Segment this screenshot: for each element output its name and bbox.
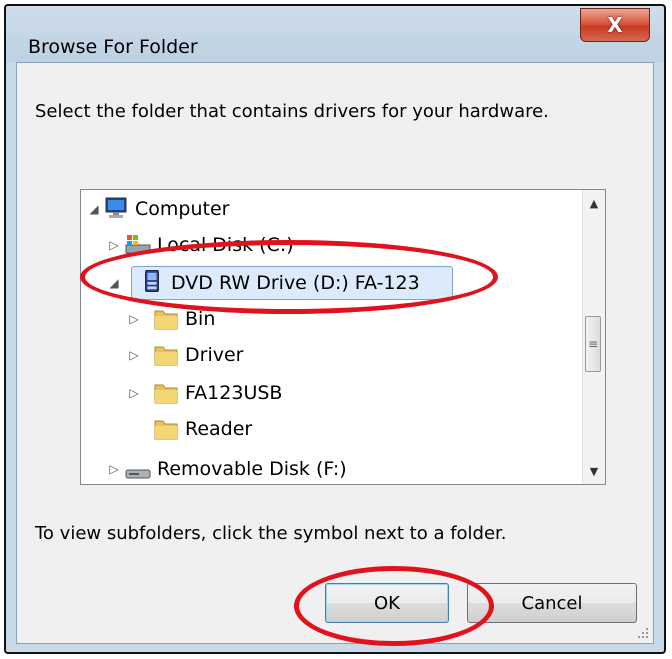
tree-item-label: Reader bbox=[185, 418, 253, 440]
hint-text: To view subfolders, click the symbol nex… bbox=[35, 523, 507, 544]
tree-item-dvd-drive[interactable]: ◢ DVD RW Drive (D:) FA-123 bbox=[81, 266, 581, 300]
collapsed-arrow-icon[interactable]: ▷ bbox=[107, 462, 121, 476]
tree-scrollbar[interactable]: ▲ ≡ ▼ bbox=[582, 190, 605, 484]
computer-icon bbox=[105, 197, 127, 218]
tree-item-fa123usb[interactable]: ▷ FA123USB bbox=[81, 376, 581, 410]
scroll-down-icon[interactable]: ▼ bbox=[583, 460, 605, 482]
tree-item-label: DVD RW Drive (D:) FA-123 bbox=[171, 272, 420, 294]
collapsed-arrow-icon[interactable]: ▷ bbox=[127, 386, 141, 400]
tree-item-driver[interactable]: ▷ Driver bbox=[81, 338, 581, 372]
collapsed-arrow-icon[interactable]: ▷ bbox=[107, 238, 121, 252]
ok-button[interactable]: OK bbox=[325, 583, 449, 623]
collapsed-arrow-icon[interactable]: ▷ bbox=[127, 312, 141, 326]
tree-item-label: FA123USB bbox=[185, 382, 283, 404]
browse-folder-dialog: Browse For Folder X Select the folder th… bbox=[4, 4, 666, 654]
resize-grip-icon[interactable] bbox=[637, 627, 649, 639]
close-button[interactable]: X bbox=[580, 8, 650, 42]
tree-item-bin[interactable]: ▷ Bin bbox=[81, 302, 581, 336]
instruction-text: Select the folder that contains drivers … bbox=[35, 101, 549, 122]
dialog-title: Browse For Folder bbox=[28, 36, 198, 58]
collapsed-arrow-icon[interactable]: ▷ bbox=[127, 348, 141, 362]
folder-icon bbox=[154, 346, 178, 366]
expanded-arrow-icon[interactable]: ◢ bbox=[107, 276, 121, 290]
title-bar: Browse For Folder X bbox=[6, 6, 664, 62]
tree-item-removable-disk[interactable]: ▷ Removable Disk (F:) bbox=[81, 452, 581, 484]
tree-item-label: Driver bbox=[185, 344, 244, 366]
tree-item-label: Bin bbox=[185, 308, 216, 330]
local-disk-icon bbox=[125, 235, 151, 254]
folder-icon bbox=[154, 310, 178, 330]
dvd-drive-icon bbox=[145, 270, 159, 292]
scroll-thumb[interactable]: ≡ bbox=[585, 316, 601, 372]
removable-disk-icon bbox=[125, 469, 151, 479]
close-icon: X bbox=[607, 13, 623, 37]
dialog-client-area: Select the folder that contains drivers … bbox=[16, 62, 654, 644]
scroll-up-icon[interactable]: ▲ bbox=[583, 192, 605, 214]
cancel-button[interactable]: Cancel bbox=[467, 583, 637, 623]
folder-icon bbox=[154, 384, 178, 404]
tree-item-label: Computer bbox=[135, 198, 230, 220]
folder-icon bbox=[154, 420, 178, 440]
tree-item-computer[interactable]: ◢ Computer bbox=[81, 192, 581, 226]
expanded-arrow-icon[interactable]: ◢ bbox=[87, 202, 101, 216]
tree-item-local-disk[interactable]: ▷ Local Disk (C:) bbox=[81, 228, 581, 262]
tree-item-reader[interactable]: Reader bbox=[81, 412, 581, 446]
tree-item-label: Removable Disk (F:) bbox=[157, 458, 347, 480]
tree-item-label: Local Disk (C:) bbox=[157, 234, 294, 256]
folder-tree[interactable]: ◢ Computer ▷ Local Disk (C:) ◢ DVD RW Dr… bbox=[80, 189, 606, 485]
